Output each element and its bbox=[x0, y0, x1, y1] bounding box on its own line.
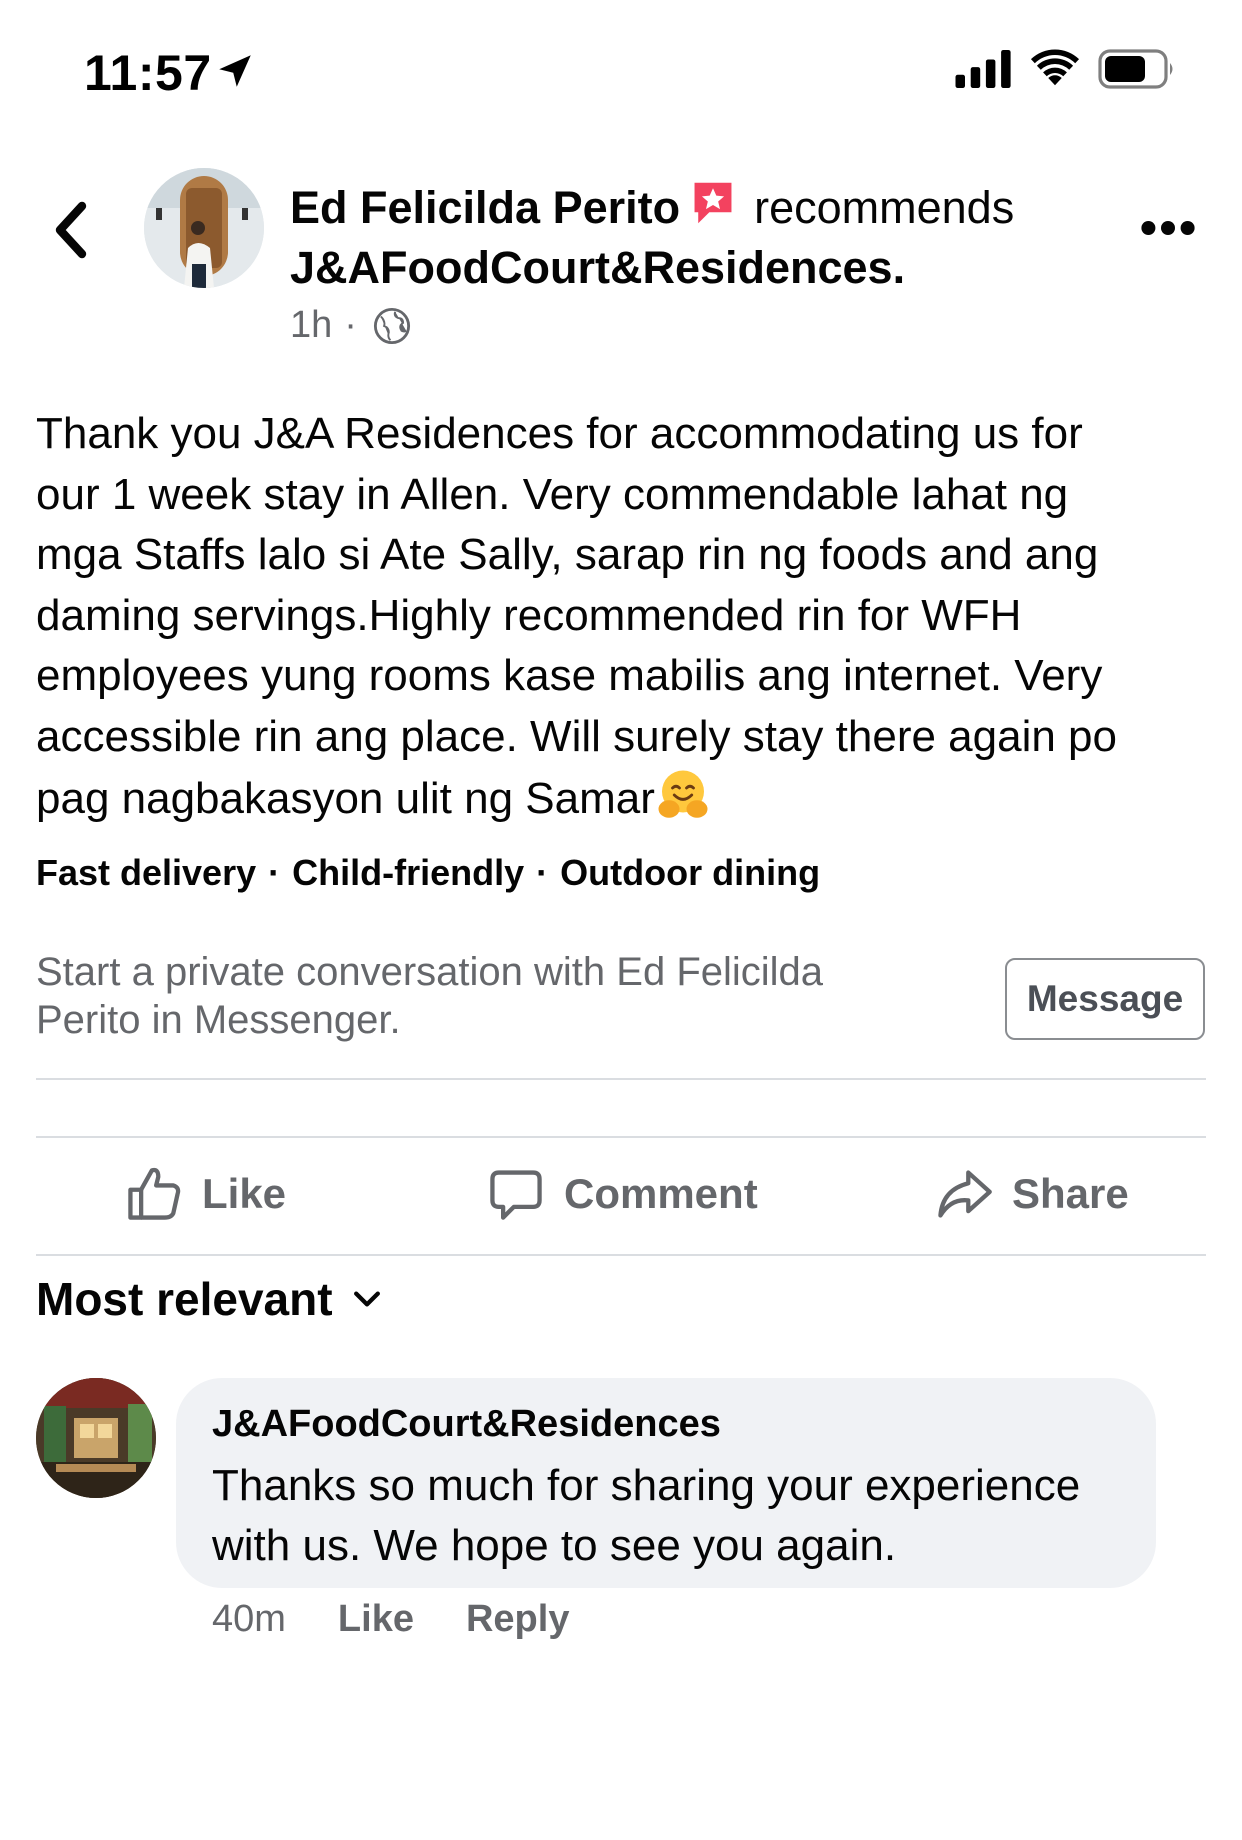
post-meta: 1h · bbox=[290, 304, 411, 347]
share-label: Share bbox=[1012, 1170, 1129, 1217]
meta-separator: · bbox=[344, 304, 357, 346]
comment-label: Comment bbox=[564, 1170, 758, 1217]
tag-separator: · bbox=[268, 852, 281, 893]
page-name-link[interactable]: J&AFoodCourt&Residences. bbox=[290, 242, 905, 293]
like-button[interactable]: Like bbox=[124, 1158, 286, 1230]
more-options-icon[interactable] bbox=[1140, 214, 1196, 242]
post-age: 1h bbox=[290, 304, 333, 346]
globe-public-icon bbox=[373, 307, 410, 344]
comment-like-button[interactable]: Like bbox=[338, 1598, 414, 1641]
tag-separator: · bbox=[536, 852, 549, 893]
hugging-face-emoji-icon bbox=[658, 770, 708, 818]
status-bar: 11:57 bbox=[0, 0, 1242, 130]
status-time: 11:57 bbox=[84, 45, 212, 101]
thumbs-up-icon bbox=[128, 1167, 181, 1220]
post-text: Thank you J&A Residences for accommodati… bbox=[36, 404, 1216, 830]
comment-sort-dropdown[interactable]: Most relevant bbox=[36, 1272, 385, 1326]
recommendation-tags: Fast delivery · Child-friendly · Outdoor din… bbox=[36, 852, 820, 894]
messenger-prompt: Start a private conversation with Ed Fel… bbox=[36, 950, 824, 1042]
author-avatar[interactable] bbox=[144, 168, 264, 288]
commenter-photo bbox=[36, 1378, 156, 1498]
recommendation-star-icon bbox=[694, 182, 732, 224]
comment-bubble: J&AFoodCourt&Residences Thanks so much f… bbox=[176, 1378, 1156, 1588]
sort-label: Most relevant bbox=[36, 1273, 333, 1325]
comment-actions: 40m Like Reply bbox=[212, 1598, 569, 1641]
cellular-signal-icon bbox=[955, 50, 1011, 88]
recommends-label: recommends bbox=[754, 182, 1015, 233]
wifi-icon bbox=[1030, 49, 1080, 86]
tag-item: Outdoor dining bbox=[560, 852, 821, 893]
divider bbox=[36, 1254, 1206, 1256]
battery-icon bbox=[1098, 49, 1173, 89]
post-header: Ed Felicilda Perito recommends J&AFoodCo… bbox=[290, 178, 1110, 298]
author-photo bbox=[144, 168, 264, 288]
post-body-text: Thank you J&A Residences for accommodati… bbox=[36, 409, 1117, 823]
commenter-avatar[interactable] bbox=[36, 1378, 156, 1498]
location-arrow-icon bbox=[219, 55, 251, 87]
message-button[interactable]: Message bbox=[1005, 958, 1205, 1040]
like-label: Like bbox=[202, 1170, 287, 1217]
comment-text: Thanks so much for sharing your experien… bbox=[212, 1461, 1081, 1570]
divider bbox=[36, 1078, 1206, 1080]
tag-item: Fast delivery bbox=[36, 852, 257, 893]
comment-button[interactable]: Comment bbox=[486, 1158, 758, 1230]
share-arrow-icon bbox=[938, 1170, 992, 1218]
author-name[interactable]: Ed Felicilda Perito bbox=[290, 182, 680, 233]
chevron-down-icon bbox=[353, 1291, 380, 1307]
comment-age: 40m bbox=[212, 1598, 286, 1640]
comment-author[interactable]: J&AFoodCourt&Residences bbox=[212, 1400, 1120, 1448]
comment-reply-button[interactable]: Reply bbox=[466, 1598, 569, 1641]
divider bbox=[36, 1136, 1206, 1138]
share-button[interactable]: Share bbox=[934, 1158, 1129, 1230]
tag-item: Child-friendly bbox=[292, 852, 525, 893]
speech-bubble-icon bbox=[490, 1170, 542, 1220]
back-chevron-icon[interactable] bbox=[50, 200, 90, 260]
